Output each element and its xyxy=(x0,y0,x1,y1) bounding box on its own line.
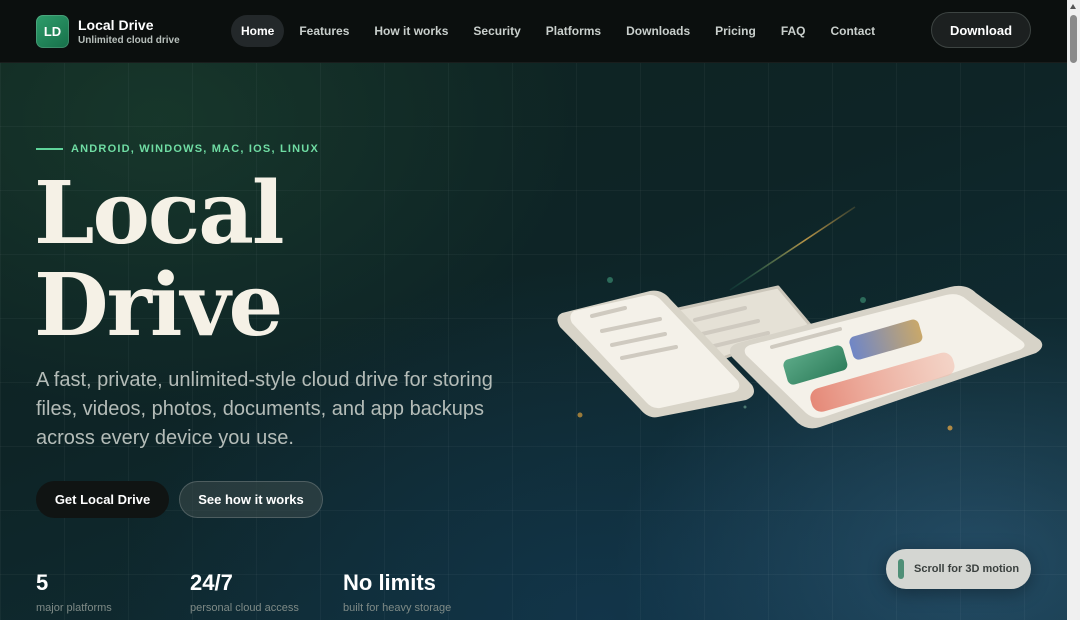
scroll-hint-label: Scroll for 3D motion xyxy=(914,563,1020,575)
stat-label: personal cloud access xyxy=(190,602,299,614)
platforms-eyebrow: ANDROID, WINDOWS, MAC, IOS, LINUX xyxy=(71,143,319,155)
scroll-indicator-icon xyxy=(898,559,904,579)
particle xyxy=(607,277,613,283)
stat-value: 24/7 xyxy=(190,570,233,595)
scrollbar-thumb[interactable] xyxy=(1070,15,1077,63)
nav-item-how-it-works[interactable]: How it works xyxy=(364,15,458,47)
stat-access: 24/7 personal cloud access xyxy=(190,570,299,614)
scroll-hint[interactable]: Scroll for 3D motion xyxy=(886,549,1031,589)
main-nav: Home Features How it works Security Plat… xyxy=(231,15,890,47)
nav-item-security[interactable]: Security xyxy=(463,15,530,47)
devices-illustration xyxy=(557,206,1043,431)
nav-item-downloads[interactable]: Downloads xyxy=(616,15,700,47)
nav-item-features[interactable]: Features xyxy=(289,15,359,47)
particle xyxy=(743,405,747,409)
nav-item-platforms[interactable]: Platforms xyxy=(536,15,611,47)
particle xyxy=(577,412,583,418)
stat-value: No limits xyxy=(343,570,436,595)
nav-item-pricing[interactable]: Pricing xyxy=(705,15,766,47)
stat-platforms: 5 major platforms xyxy=(36,570,112,614)
hero-title-line1: Local xyxy=(34,163,285,264)
stat-label: built for heavy storage xyxy=(343,602,452,614)
stat-label: major platforms xyxy=(36,602,112,614)
eyebrow-line xyxy=(36,148,63,150)
page: LD Local Drive Unlimited cloud drive Hom… xyxy=(0,0,1067,620)
get-local-drive-button[interactable]: Get Local Drive xyxy=(36,481,169,518)
particle xyxy=(947,425,953,431)
stat-value: 5 xyxy=(36,570,49,595)
hero-title-line2: Drive xyxy=(34,255,283,356)
download-button[interactable]: Download xyxy=(931,12,1031,48)
scroll-up-icon[interactable] xyxy=(1070,4,1076,9)
nav-item-home[interactable]: Home xyxy=(231,15,285,47)
stat-storage: No limits built for heavy storage xyxy=(343,570,451,614)
site-header: LD Local Drive Unlimited cloud drive Hom… xyxy=(0,0,1067,63)
logo-icon[interactable]: LD xyxy=(36,15,69,48)
see-how-it-works-button[interactable]: See how it works xyxy=(179,481,323,518)
hero-description: A fast, private, unlimited-style cloud d… xyxy=(36,369,493,449)
brand-tagline: Unlimited cloud drive xyxy=(78,35,180,46)
nav-item-faq[interactable]: FAQ xyxy=(771,15,816,47)
brand-name[interactable]: Local Drive xyxy=(78,17,153,33)
nav-item-contact[interactable]: Contact xyxy=(820,15,885,47)
page-scrollbar[interactable] xyxy=(1067,0,1080,620)
hero-title: Local Drive xyxy=(34,168,454,352)
particle xyxy=(860,297,866,303)
light-beam xyxy=(729,206,856,291)
